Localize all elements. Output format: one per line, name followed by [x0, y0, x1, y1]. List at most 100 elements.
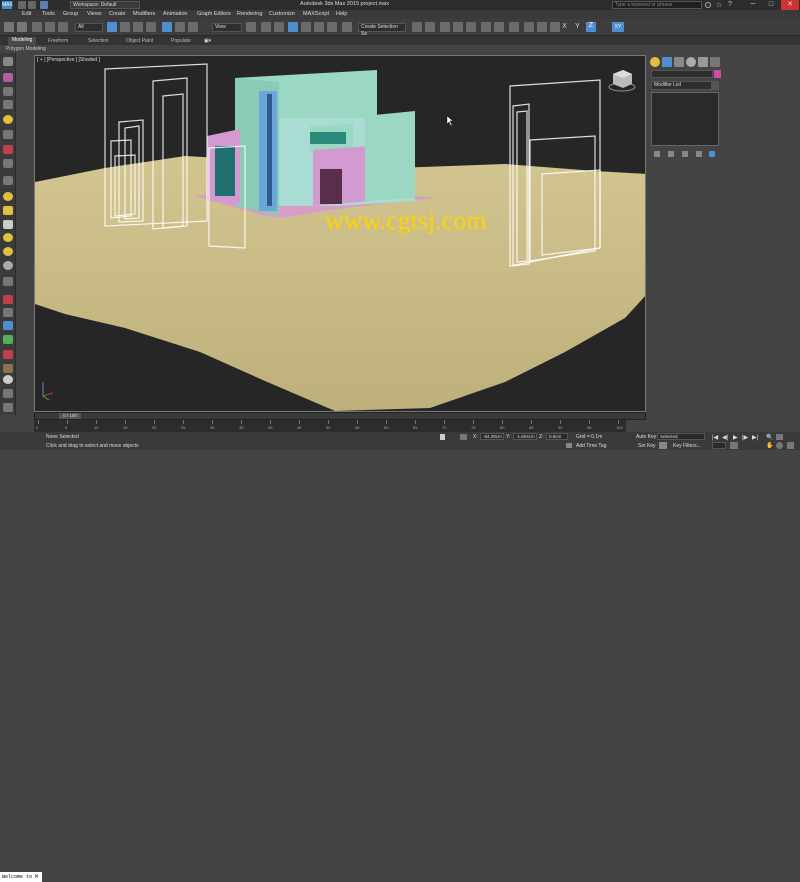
pan-view-icon[interactable]: ✋: [766, 442, 773, 449]
orbit-icon[interactable]: [776, 442, 783, 449]
menu-tools[interactable]: Tools: [42, 11, 55, 17]
time-tag-icon[interactable]: [566, 443, 572, 448]
edit-named-selection-icon[interactable]: [342, 22, 352, 32]
material-editor-icon[interactable]: [509, 22, 519, 32]
zoom-all-icon[interactable]: [776, 434, 783, 440]
system-icon[interactable]: [3, 176, 13, 185]
create-object-icon[interactable]: [3, 73, 13, 82]
play-icon[interactable]: ▶: [733, 434, 738, 441]
layers-icon[interactable]: [3, 403, 13, 412]
menu-views[interactable]: Views: [87, 11, 102, 17]
paint-tool-icon[interactable]: [3, 350, 13, 359]
menu-group[interactable]: Group: [63, 11, 78, 17]
time-slider[interactable]: 0 / 100: [34, 412, 646, 420]
teapot-icon[interactable]: [3, 247, 13, 256]
create-box-icon[interactable]: [3, 57, 13, 66]
show-end-result-icon[interactable]: [668, 151, 674, 157]
menu-customize[interactable]: Customize: [269, 11, 295, 17]
make-unique-icon[interactable]: [682, 151, 688, 157]
minimize-button[interactable]: ─: [744, 0, 762, 10]
curve-editor-icon[interactable]: [481, 22, 491, 32]
workspace-dropdown[interactable]: Workspace: Default: [70, 1, 140, 9]
set-key-button[interactable]: Set Key: [638, 443, 656, 449]
align-tool-icon[interactable]: [3, 277, 13, 286]
search-input[interactable]: Type a keyword or phrase: [612, 1, 702, 9]
star-icon[interactable]: ☆: [716, 1, 722, 9]
sphere-icon[interactable]: [3, 192, 13, 201]
bind-space-warp-icon[interactable]: [58, 22, 68, 32]
schematic-view-icon[interactable]: [494, 22, 504, 32]
pivot-center-icon[interactable]: [246, 22, 256, 32]
select-by-name-icon[interactable]: [120, 22, 130, 32]
object-color-swatch[interactable]: [714, 70, 721, 78]
zoom-icon[interactable]: 🔍: [766, 434, 773, 441]
grid-icon[interactable]: [3, 389, 13, 398]
auto-key-button[interactable]: Auto Key: [636, 434, 656, 440]
window-crossing-icon[interactable]: [146, 22, 156, 32]
cone-icon[interactable]: [3, 220, 13, 229]
modify-tab-icon[interactable]: [662, 57, 672, 67]
scene-explorer-icon[interactable]: [440, 22, 450, 32]
select-object-icon[interactable]: [107, 22, 117, 32]
list-icon[interactable]: [3, 87, 13, 96]
named-selection-sets-dropdown[interactable]: Create Selection Se: [358, 23, 406, 37]
motion-tab-icon[interactable]: [686, 57, 696, 67]
modifier-list-dropdown[interactable]: Modifier List: [651, 81, 719, 90]
y-coordinate-field[interactable]: -1.604cm: [513, 433, 537, 440]
spacewarp-icon[interactable]: [3, 159, 13, 168]
quick-access-undo-icon[interactable]: [18, 1, 26, 9]
modifier-stack[interactable]: [651, 92, 719, 146]
snaps-toggle-icon[interactable]: [288, 22, 298, 32]
maxscript-listener[interactable]: Welcome to M: [0, 872, 42, 882]
select-and-scale-icon[interactable]: [188, 22, 198, 32]
select-and-rotate-icon[interactable]: [175, 22, 185, 32]
percent-snap-icon[interactable]: [314, 22, 324, 32]
key-mode-dropdown[interactable]: Selected: [657, 433, 705, 440]
menu-maxscript[interactable]: MAXScript: [303, 11, 329, 17]
menu-rendering[interactable]: Rendering: [237, 11, 262, 17]
shape-tool-icon[interactable]: [3, 308, 13, 317]
layer-explorer-icon[interactable]: [453, 22, 463, 32]
render-setup-icon[interactable]: [524, 22, 534, 32]
maximize-button[interactable]: □: [762, 0, 780, 10]
unlink-icon[interactable]: [45, 22, 55, 32]
app-logo-icon[interactable]: MAX: [2, 1, 13, 9]
go-to-end-icon[interactable]: ▶|: [752, 434, 758, 441]
menu-animation[interactable]: Animation: [163, 11, 187, 17]
remove-modifier-icon[interactable]: [696, 151, 702, 157]
render-production-icon[interactable]: [550, 22, 560, 32]
rectangular-selection-icon[interactable]: [133, 22, 143, 32]
light-icon[interactable]: [3, 115, 13, 124]
help-icon[interactable]: ?: [728, 1, 732, 8]
menu-modifiers[interactable]: Modifiers: [133, 11, 155, 17]
axis-y-button[interactable]: Y: [573, 23, 582, 32]
zoom-region-icon[interactable]: [3, 375, 13, 384]
maximize-viewport-icon[interactable]: [787, 442, 794, 449]
menu-create[interactable]: Create: [109, 11, 126, 17]
previous-frame-icon[interactable]: ◀|: [722, 434, 728, 441]
viewport-label[interactable]: [ + ] [Perspective ] [Shaded ]: [37, 57, 100, 63]
menu-help[interactable]: Help: [336, 11, 347, 17]
undo-icon[interactable]: [4, 22, 14, 32]
ribbon-options-icon[interactable]: ▣▾: [204, 38, 211, 44]
tab-object-paint[interactable]: Object Paint: [126, 38, 153, 44]
display-tab-icon[interactable]: [698, 57, 708, 67]
geosphere-icon[interactable]: [3, 261, 13, 270]
hierarchy-tab-icon[interactable]: [674, 57, 684, 67]
lock-selection-icon[interactable]: [440, 434, 445, 440]
keyboard-shortcut-icon[interactable]: [274, 22, 284, 32]
axis-xy-button[interactable]: XY: [612, 22, 624, 32]
object-name-field[interactable]: [651, 70, 713, 78]
reference-coordinate-dropdown[interactable]: View: [212, 23, 242, 32]
tab-modeling[interactable]: Modeling: [8, 37, 37, 45]
utilities-tab-icon[interactable]: [710, 57, 720, 67]
axis-x-button[interactable]: X: [560, 23, 569, 32]
camera-icon[interactable]: [3, 130, 13, 139]
cylinder-icon[interactable]: [3, 206, 13, 215]
tab-selection[interactable]: Selection: [88, 38, 109, 44]
quick-access-save-icon[interactable]: [40, 1, 48, 9]
quick-access-redo-icon[interactable]: [28, 1, 36, 9]
help-search-icon[interactable]: [705, 2, 711, 8]
next-frame-icon[interactable]: |▶: [742, 434, 748, 441]
x-coordinate-field[interactable]: -84.28cm: [480, 433, 504, 440]
